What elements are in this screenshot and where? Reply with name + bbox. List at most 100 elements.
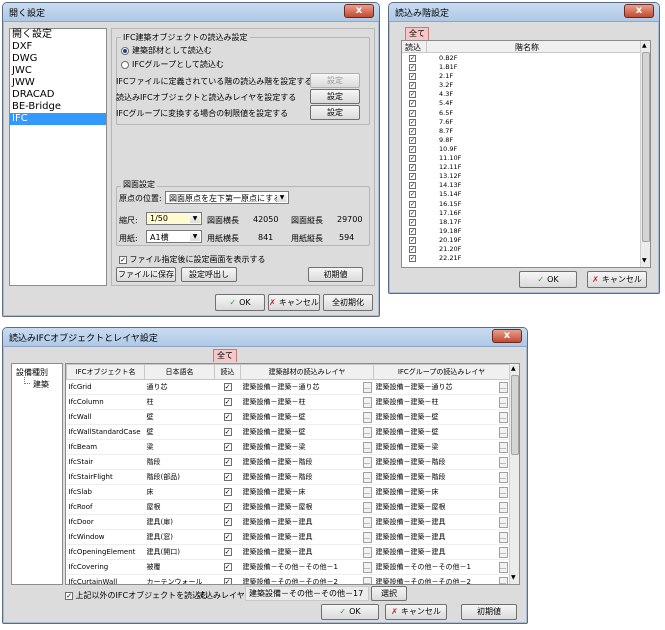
floor-row[interactable]: ✓ 13.12F (402, 172, 640, 181)
load-checkbox[interactable]: ✓ (223, 458, 232, 466)
floor-row[interactable]: ✓ 21.20F (402, 245, 640, 254)
table-row[interactable]: IfcBeam 梁 ✓ 建築設備－建築－梁… 建築設備－建築－梁… (66, 439, 510, 455)
load-checkbox[interactable]: ✓ (223, 533, 232, 541)
radio-ifc-group[interactable]: IFCグループとして読込む (121, 59, 224, 70)
ellipsis-icon[interactable]: … (362, 396, 372, 408)
floor-settings-titlebar[interactable]: 読込み階設定 x (389, 3, 659, 22)
load-checkbox[interactable]: ✓ (223, 563, 232, 571)
floor-row[interactable]: ✓ 3.2F (402, 81, 640, 90)
ellipsis-icon[interactable]: … (362, 486, 372, 498)
floor-load-checkbox[interactable]: ✓ (409, 82, 416, 90)
close-button[interactable]: x (624, 4, 654, 18)
floor-load-checkbox[interactable]: ✓ (409, 164, 416, 172)
floor-load-checkbox[interactable]: ✓ (409, 64, 416, 72)
format-list-item[interactable]: DXF (10, 41, 106, 53)
equipment-tree[interactable]: 設備種別 建築 (11, 363, 63, 585)
table-row[interactable]: IfcStair 階段 ✓ 建築設備－建築－階段… 建築設備－建築－階段… (66, 454, 510, 470)
table-row[interactable]: IfcGrid 通り芯 ✓ 建築設備－建築－通り芯… 建築設備－建築－通り芯… (66, 379, 510, 395)
table-row[interactable]: IfcCurtainWall カーテンウォール ✓ 建築設備－その他－その他－2… 建築… (66, 574, 510, 584)
reset-all-button[interactable]: 全初期化 (323, 294, 373, 311)
ellipsis-icon[interactable]: … (498, 426, 508, 438)
floor-load-checkbox[interactable]: ✓ (409, 182, 416, 190)
scroll-up-icon[interactable]: ▲ (511, 365, 516, 372)
format-list-item[interactable]: JWW (10, 77, 106, 89)
floor-load-checkbox[interactable]: ✓ (409, 155, 416, 163)
format-list-item[interactable]: IFC (10, 113, 106, 125)
table-row[interactable]: IfcSlab 床 ✓ 建築設備－建築－床… 建築設備－建築－床… (66, 484, 510, 500)
radio-building-member[interactable]: 建築部材として読込む (121, 45, 212, 56)
close-button[interactable]: x (344, 4, 374, 18)
paper-select[interactable]: A1横 ▼ (146, 230, 202, 243)
floor-row[interactable]: ✓ 18.17F (402, 218, 640, 227)
limit-setting-button[interactable]: 設定 (310, 105, 360, 120)
floor-row[interactable]: ✓ 12.11F (402, 163, 640, 172)
table-row[interactable]: IfcWall 壁 ✓ 建築設備－建築－壁… 建築設備－建築－壁… (66, 409, 510, 425)
table-row[interactable]: IfcOpeningElement 建具(開口) ✓ 建築設備－建築－建具… 建築設備－… (66, 544, 510, 560)
ellipsis-icon[interactable]: … (498, 561, 508, 573)
floor-list-scrollbar[interactable]: ▲ ▼ (640, 41, 650, 267)
floor-load-checkbox[interactable]: ✓ (409, 227, 416, 235)
floor-row[interactable]: ✓ 2.1F (402, 72, 640, 81)
ellipsis-icon[interactable]: … (362, 456, 372, 468)
table-row[interactable]: IfcWallStandardCase 壁 ✓ 建築設備－建築－壁… 建築設備－建築－壁… (66, 424, 510, 440)
table-row[interactable]: IfcStairFlight 階段(部品) ✓ 建築設備－建築－階段… 建築設備－建築－… (66, 469, 510, 485)
load-checkbox[interactable]: ✓ (223, 503, 232, 511)
floor-load-checkbox[interactable]: ✓ (409, 118, 416, 126)
floor-row[interactable]: ✓ 0.B2F (402, 54, 640, 63)
ellipsis-icon[interactable]: … (498, 501, 508, 513)
show-dialog-checkbox[interactable]: ✓ ファイル指定後に設定画面を表示する (119, 254, 266, 265)
format-list-item[interactable]: 開く設定 (10, 29, 106, 41)
floor-row[interactable]: ✓ 11.10F (402, 154, 640, 163)
load-checkbox[interactable]: ✓ (223, 578, 232, 584)
ellipsis-icon[interactable]: … (498, 531, 508, 543)
ok-button[interactable]: ✓ OK (519, 271, 577, 288)
floor-row[interactable]: ✓ 14.13F (402, 181, 640, 190)
load-checkbox[interactable]: ✓ (223, 518, 232, 526)
load-checkbox[interactable]: ✓ (223, 413, 232, 421)
scroll-down-icon[interactable]: ▼ (511, 574, 516, 581)
open-settings-titlebar[interactable]: 開く設定 x (3, 3, 379, 22)
cancel-button[interactable]: ✗ キャンセル (268, 294, 320, 311)
ok-button[interactable]: ✓ OK (321, 604, 379, 620)
floor-load-checkbox[interactable]: ✓ (409, 191, 416, 199)
floor-row[interactable]: ✓ 1.B1F (402, 63, 640, 72)
reset-button[interactable]: 初期値 (308, 267, 363, 282)
ellipsis-icon[interactable]: … (498, 486, 508, 498)
floor-load-checkbox[interactable]: ✓ (409, 55, 416, 62)
table-row[interactable]: IfcCovering 被覆 ✓ 建築設備－その他－その他－1… 建築設備－その他－その… (66, 559, 510, 575)
table-row[interactable]: IfcRoof 屋根 ✓ 建築設備－建築－屋根… 建築設備－建築－屋根… (66, 499, 510, 515)
ellipsis-icon[interactable]: … (498, 441, 508, 453)
object-layer-setting-button[interactable]: 設定 (310, 89, 360, 104)
scroll-thumb[interactable] (642, 52, 650, 242)
ellipsis-icon[interactable]: … (498, 471, 508, 483)
ok-button[interactable]: ✓ OK (215, 294, 265, 311)
ellipsis-icon[interactable]: … (498, 396, 508, 408)
cancel-button[interactable]: ✗ キャンセル (587, 271, 647, 288)
format-list-item[interactable]: DWG (10, 53, 106, 65)
ellipsis-icon[interactable]: … (362, 411, 372, 423)
table-row[interactable]: IfcDoor 建具(扉) ✓ 建築設備－建築－建具… 建築設備－建築－建具… (66, 514, 510, 530)
origin-select[interactable]: 図面原点を左下第一原点にする ▼ (165, 191, 289, 204)
tree-root[interactable]: 設備種別 (16, 367, 48, 378)
scroll-up-icon[interactable]: ▲ (642, 42, 647, 49)
floor-row[interactable]: ✓ 4.3F (402, 90, 640, 99)
load-checkbox[interactable]: ✓ (223, 488, 232, 496)
ellipsis-icon[interactable]: … (362, 546, 372, 558)
ellipsis-icon[interactable]: … (498, 516, 508, 528)
select-layer-button[interactable]: 選択 (371, 586, 407, 601)
format-list[interactable]: 開く設定 DXF DWG JWC JWW DRACAD BE-Bridge IFC (9, 28, 107, 286)
floor-load-checkbox[interactable]: ✓ (409, 245, 416, 253)
table-row[interactable]: IfcColumn 柱 ✓ 建築設備－建築－柱… 建築設備－建築－柱… (66, 394, 510, 410)
floor-load-checkbox[interactable]: ✓ (409, 91, 416, 99)
load-settings-button[interactable]: 設定呼出し (181, 267, 237, 282)
tab-all[interactable]: 全て (213, 349, 237, 362)
ifc-grid-scrollbar[interactable]: ▲ ▼ (509, 364, 519, 584)
floor-row[interactable]: ✓ 5.4F (402, 99, 640, 108)
load-checkbox[interactable]: ✓ (223, 443, 232, 451)
ellipsis-icon[interactable]: … (362, 426, 372, 438)
reset-button[interactable]: 初期値 (461, 604, 517, 620)
floor-row[interactable]: ✓ 20.19F (402, 236, 640, 245)
floor-load-checkbox[interactable]: ✓ (409, 200, 416, 208)
floor-load-checkbox[interactable]: ✓ (409, 109, 416, 117)
floor-row[interactable]: ✓ 8.7F (402, 127, 640, 136)
